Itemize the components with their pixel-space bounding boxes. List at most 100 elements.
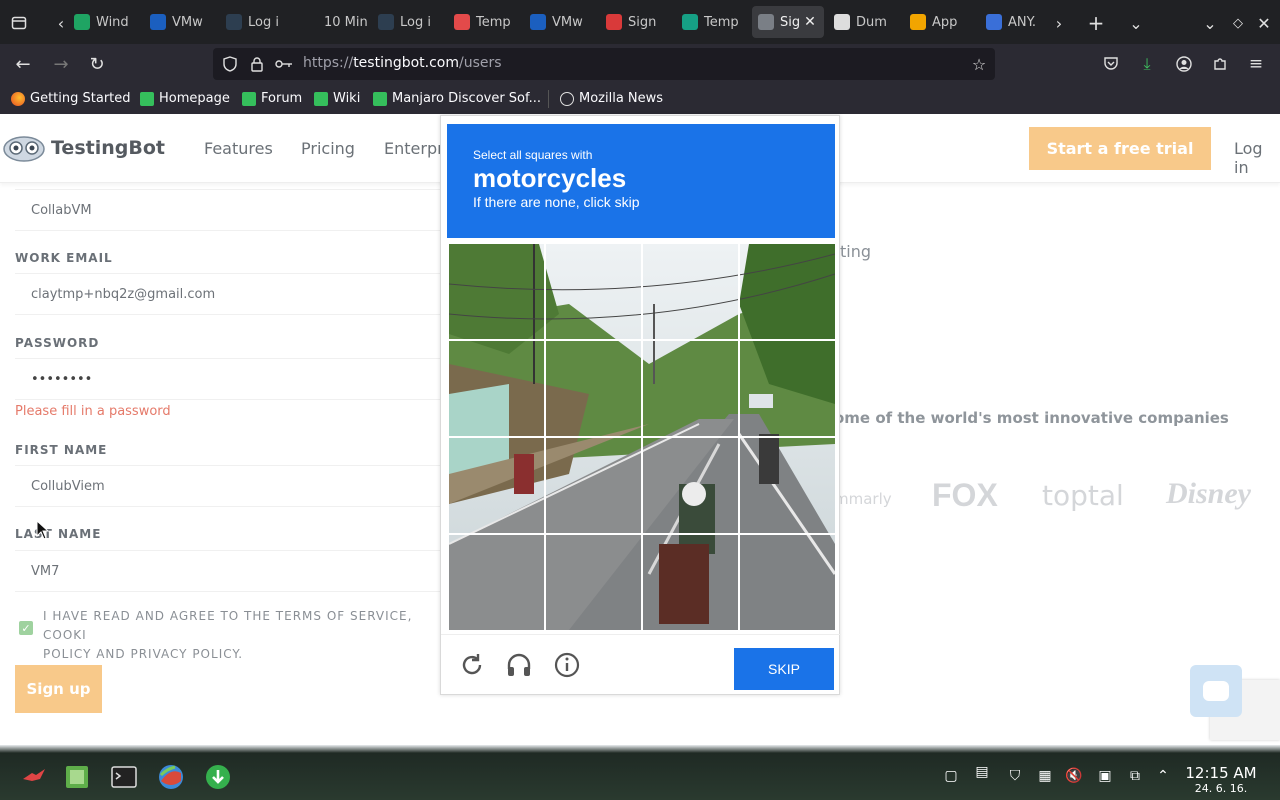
work-email-field[interactable]: claytmp+nbq2z@gmail.com: [15, 273, 445, 315]
close-tab-icon[interactable]: ✕: [804, 14, 816, 30]
captcha-tile[interactable]: [546, 341, 641, 436]
browser-tab[interactable]: Log i: [220, 6, 292, 38]
tab-overview-icon[interactable]: [8, 12, 30, 34]
extensions-icon[interactable]: [1209, 53, 1231, 75]
start-free-trial-button[interactable]: Start a free trial: [1029, 127, 1211, 170]
password-label: PASSWORD: [15, 336, 100, 350]
storage-icon[interactable]: ▣: [1096, 767, 1114, 785]
browser-tab[interactable]: Dum: [828, 6, 900, 38]
app-launcher-icon[interactable]: [20, 763, 48, 791]
downloads-icon[interactable]: ⤓: [1136, 53, 1158, 75]
bookmark-forum[interactable]: Forum: [242, 91, 302, 106]
browser-tab[interactable]: App: [904, 6, 976, 38]
company-field[interactable]: CollabVM: [15, 189, 445, 231]
password-field[interactable]: ••••••••: [15, 358, 445, 400]
terminal-icon[interactable]: [110, 763, 138, 791]
browser-tab[interactable]: Temp: [448, 6, 520, 38]
nav-enterprise[interactable]: Enterpr: [384, 139, 444, 158]
new-tab-icon[interactable]: +: [1085, 11, 1107, 35]
app-menu-icon[interactable]: ≡: [1245, 53, 1267, 75]
url-host: testingbot.com: [353, 55, 460, 71]
tab-scroll-right-icon[interactable]: ›: [1050, 12, 1068, 34]
captcha-tile[interactable]: [740, 535, 835, 630]
nav-pricing[interactable]: Pricing: [301, 139, 355, 158]
browser-tab[interactable]: Sign: [600, 6, 672, 38]
captcha-tile[interactable]: [546, 438, 641, 533]
skip-button[interactable]: SKIP: [734, 648, 834, 690]
update-manager-icon[interactable]: [204, 763, 232, 791]
bookmark-star-icon[interactable]: ☆: [969, 54, 989, 74]
brand-fox: FOX: [932, 477, 998, 513]
reload-icon[interactable]: ↻: [86, 53, 108, 75]
captcha-tile[interactable]: [449, 341, 544, 436]
browser-taskbar-icon[interactable]: [157, 763, 185, 791]
captcha-tile[interactable]: [643, 535, 738, 630]
permissions-key-icon[interactable]: [273, 54, 295, 74]
forward-icon[interactable]: →: [50, 53, 72, 75]
login-link[interactable]: Log in: [1234, 139, 1280, 177]
browser-tab[interactable]: Wind: [68, 6, 140, 38]
window-list-icon[interactable]: ▢: [942, 767, 960, 785]
info-icon[interactable]: [553, 651, 581, 679]
logo-text[interactable]: TestingBot: [51, 137, 165, 159]
back-icon[interactable]: ←: [12, 53, 34, 75]
captcha-challenge: Select all squares with motorcycles If t…: [440, 115, 841, 695]
captcha-tile[interactable]: [546, 535, 641, 630]
captcha-tile[interactable]: [643, 341, 738, 436]
tab-favicon-icon: [834, 14, 850, 30]
address-bar[interactable]: https://testingbot.com/users ☆: [213, 48, 995, 80]
list-tabs-icon[interactable]: ⌄: [1125, 12, 1147, 34]
captcha-tile[interactable]: [449, 244, 544, 339]
pocket-icon[interactable]: [1100, 53, 1122, 75]
sign-up-button[interactable]: Sign up: [15, 665, 102, 713]
tab-favicon-icon: [758, 14, 774, 30]
minimize-icon[interactable]: ⌄: [1200, 12, 1220, 34]
audio-challenge-icon[interactable]: [505, 651, 533, 679]
url-text[interactable]: https://testingbot.com/users: [303, 55, 502, 71]
clipboard-icon[interactable]: ▦: [1036, 767, 1054, 785]
shield-icon[interactable]: [220, 54, 240, 74]
browser-tab[interactable]: Sig ✕: [752, 6, 824, 38]
last-name-field[interactable]: VM7: [15, 550, 445, 592]
account-icon[interactable]: [1173, 53, 1195, 75]
bookmark-manjaro-discover[interactable]: Manjaro Discover Sof...: [373, 91, 541, 106]
captcha-tile[interactable]: [449, 535, 544, 630]
browser-tab[interactable]: ANY.: [980, 6, 1052, 38]
lock-icon[interactable]: [247, 54, 267, 74]
display-icon[interactable]: ▤: [973, 763, 991, 781]
bookmark-wiki[interactable]: Wiki: [314, 91, 360, 106]
refresh-icon[interactable]: [458, 651, 486, 679]
browser-tab[interactable]: 10 Minu: [296, 6, 368, 38]
first-name-field[interactable]: CollubViem: [15, 465, 445, 507]
captcha-tile[interactable]: [643, 244, 738, 339]
file-manager-icon[interactable]: [63, 763, 91, 791]
captcha-tile[interactable]: [740, 244, 835, 339]
tab-label: Log i: [400, 14, 431, 30]
close-window-icon[interactable]: ✕: [1254, 12, 1274, 34]
nav-features[interactable]: Features: [204, 139, 273, 158]
bookmark-getting-started[interactable]: Getting Started: [11, 91, 131, 106]
tray-expand-icon[interactable]: ⌃: [1154, 767, 1172, 785]
chat-widget-button[interactable]: [1190, 665, 1242, 717]
network-icon[interactable]: ⧉: [1126, 767, 1144, 785]
bookmark-mozilla-news[interactable]: Mozilla News: [560, 91, 663, 106]
captcha-tile[interactable]: [643, 438, 738, 533]
captcha-tile[interactable]: [546, 244, 641, 339]
browser-tab[interactable]: Log i: [372, 6, 444, 38]
browser-tab[interactable]: VMw: [524, 6, 596, 38]
security-shield-icon[interactable]: ⛉: [1006, 767, 1024, 785]
maximize-icon[interactable]: ◇: [1228, 12, 1248, 34]
volume-muted-icon[interactable]: 🔇: [1065, 767, 1083, 785]
logo-icon[interactable]: [2, 133, 46, 163]
captcha-tile[interactable]: [449, 438, 544, 533]
captcha-tile[interactable]: [740, 341, 835, 436]
tab-label: VMw: [552, 14, 583, 30]
tab-label: App: [932, 14, 958, 30]
browser-tab[interactable]: VMw: [144, 6, 216, 38]
bookmark-homepage[interactable]: Homepage: [140, 91, 230, 106]
tab-favicon-icon: [986, 14, 1002, 30]
captcha-tile[interactable]: [740, 438, 835, 533]
terms-checkbox[interactable]: ✓: [19, 621, 33, 635]
clock[interactable]: 12:15 AM 24. 6. 16.: [1176, 764, 1266, 795]
browser-tab[interactable]: Temp: [676, 6, 748, 38]
